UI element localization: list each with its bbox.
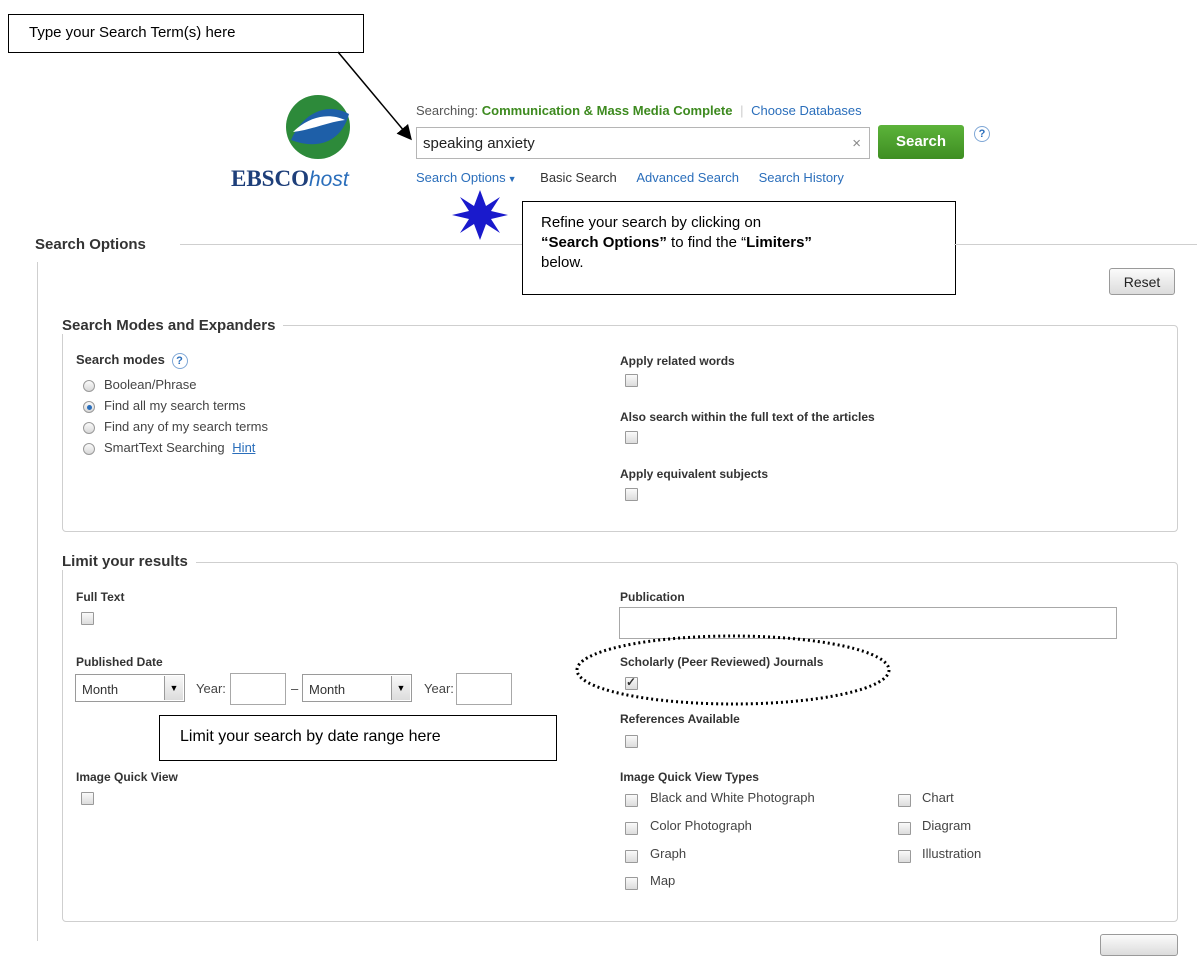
callout-refine-line2: “Search Options” to find the “Limiters” [541, 234, 812, 251]
type-color-photo-label: Color Photograph [650, 818, 752, 833]
full-text-search-checkbox[interactable] [625, 431, 638, 444]
clear-search-icon[interactable]: × [852, 135, 861, 152]
limits-section-title: Limit your results [62, 553, 196, 570]
basic-search-link[interactable]: Basic Search [540, 170, 617, 185]
type-graph-checkbox[interactable] [625, 850, 638, 863]
callout-refine-line3: below. [541, 254, 584, 271]
search-options-title: Search Options [35, 236, 154, 253]
search-button[interactable]: Search [878, 125, 964, 159]
search-nav: Search Options ▼ Basic Search Advanced Se… [416, 170, 844, 185]
published-date-label: Published Date [76, 655, 163, 669]
apply-equivalent-subjects-label: Apply equivalent subjects [620, 467, 769, 481]
type-map-checkbox[interactable] [625, 877, 638, 890]
references-available-label: References Available [620, 712, 740, 726]
mode-label-1: Find all my search terms [104, 398, 246, 413]
callout-date-range: Limit your search by date range here [159, 715, 557, 761]
callout-date-range-text: Limit your search by date range here [180, 728, 441, 745]
search-options-link[interactable]: Search Options ▼ [416, 170, 520, 185]
type-illustration-checkbox[interactable] [898, 850, 911, 863]
type-bw-photo-checkbox[interactable] [625, 794, 638, 807]
search-options-rule [180, 244, 522, 245]
radio-find-all[interactable] [83, 401, 95, 413]
search-modes-label: Search modes ? [76, 352, 188, 369]
month-to-select[interactable]: Month ▼ [302, 674, 412, 702]
date-dash: – [291, 681, 299, 696]
searching-line: Searching: Communication & Mass Media Co… [416, 103, 862, 118]
search-input-value: speaking anxiety [423, 135, 535, 152]
chevron-down-icon: ▼ [391, 676, 410, 700]
radio-smarttext[interactable] [83, 443, 95, 455]
star-burst-icon [452, 190, 508, 240]
year-from-label: Year: [196, 681, 226, 696]
type-bw-photo-label: Black and White Photograph [650, 790, 815, 805]
publication-label: Publication [620, 590, 685, 604]
type-chart-label: Chart [922, 790, 954, 805]
scholarly-checkbox[interactable] [625, 675, 638, 690]
search-options-rule-right [954, 244, 1197, 245]
search-help-icon[interactable]: ? [974, 126, 990, 142]
type-graph-label: Graph [650, 846, 687, 861]
radio-boolean-phrase[interactable] [83, 380, 95, 392]
bottom-reset-button[interactable] [1100, 934, 1178, 956]
full-text-search-label: Also search within the full text of the … [620, 410, 875, 424]
chevron-down-icon: ▼ [507, 174, 517, 184]
radio-find-any[interactable] [83, 422, 95, 434]
scholarly-highlight [575, 634, 891, 706]
type-color-photo-checkbox[interactable] [625, 822, 638, 835]
choose-databases-link[interactable]: Choose Databases [751, 103, 862, 118]
month-from-select[interactable]: Month ▼ [75, 674, 185, 702]
apply-equivalent-subjects-checkbox[interactable] [625, 488, 638, 501]
references-available-checkbox[interactable] [625, 735, 638, 748]
searching-label: Searching: [416, 103, 479, 118]
search-modes-help-icon[interactable]: ? [171, 353, 188, 369]
ebsco-logo-text: EBSCOhost [231, 166, 349, 191]
year-to-input[interactable] [456, 673, 512, 705]
search-input[interactable]: speaking anxiety × [416, 127, 870, 159]
mode-label-3: SmartText Searching Hint [104, 440, 256, 455]
type-chart-checkbox[interactable] [898, 794, 911, 807]
modes-section-title: Search Modes and Expanders [62, 317, 284, 334]
scholarly-label: Scholarly (Peer Reviewed) Journals [620, 655, 824, 669]
search-options-left-border [37, 262, 38, 941]
image-quick-view-checkbox[interactable] [81, 792, 94, 805]
mode-label-2: Find any of my search terms [104, 419, 268, 434]
database-name[interactable]: Communication & Mass Media Complete [482, 103, 733, 118]
advanced-search-link[interactable]: Advanced Search [636, 170, 739, 185]
full-text-checkbox[interactable] [81, 612, 94, 625]
image-quick-view-types-label: Image Quick View Types [620, 770, 759, 784]
full-text-label: Full Text [76, 590, 125, 604]
apply-related-words-label: Apply related words [620, 354, 735, 368]
callout-refine: Refine your search by clicking on “Searc… [522, 201, 956, 295]
mode-label-0: Boolean/Phrase [104, 377, 197, 392]
ebsco-logo-icon [286, 95, 350, 159]
hint-link[interactable]: Hint [232, 440, 255, 455]
chevron-down-icon: ▼ [164, 676, 183, 700]
type-map-label: Map [650, 873, 676, 888]
callout-refine-line1: Refine your search by clicking on [541, 214, 762, 231]
ebsco-logo[interactable]: EBSCOhost [228, 92, 398, 192]
year-from-input[interactable] [230, 673, 286, 705]
reset-button[interactable]: Reset [1109, 268, 1175, 295]
type-diagram-label: Diagram [922, 818, 972, 833]
image-quick-view-label: Image Quick View [76, 770, 178, 784]
apply-related-words-checkbox[interactable] [625, 374, 638, 387]
search-history-link[interactable]: Search History [759, 170, 844, 185]
year-to-label: Year: [424, 681, 454, 696]
type-diagram-checkbox[interactable] [898, 822, 911, 835]
type-illustration-label: Illustration [922, 846, 982, 861]
